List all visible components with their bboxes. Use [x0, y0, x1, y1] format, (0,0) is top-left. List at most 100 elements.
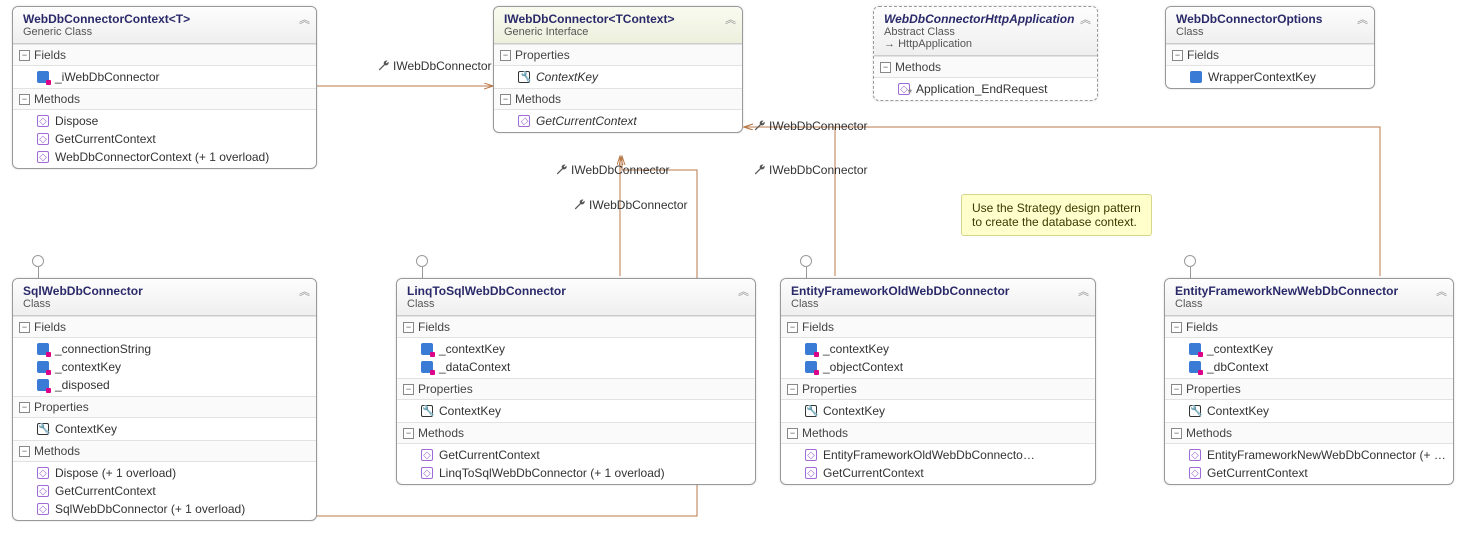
field-private-icon	[805, 361, 817, 373]
field-item[interactable]: _contextKey	[1165, 340, 1453, 358]
section-properties[interactable]: −Properties	[1165, 378, 1453, 400]
method-item[interactable]: ◇GetCurrentContext	[397, 446, 755, 464]
toggle-icon[interactable]: −	[500, 50, 511, 61]
field-item[interactable]: _contextKey	[397, 340, 755, 358]
section-fields[interactable]: −Fields	[397, 316, 755, 338]
toggle-icon[interactable]: −	[403, 384, 414, 395]
wrench-icon	[753, 119, 767, 133]
field-item[interactable]: _dbContext	[1165, 358, 1453, 376]
property-item[interactable]: 🔧ContextKey	[494, 68, 742, 86]
toggle-icon[interactable]: −	[403, 428, 414, 439]
wrench-icon	[377, 59, 391, 73]
class-box-linq[interactable]: LinqToSqlWebDbConnector Class ︽ −Fields …	[396, 278, 756, 485]
section-fields[interactable]: −Fields	[781, 316, 1095, 338]
toggle-icon[interactable]: −	[1171, 428, 1182, 439]
property-item[interactable]: 🔧ContextKey	[13, 420, 316, 438]
toggle-icon[interactable]: −	[19, 322, 30, 333]
method-item[interactable]: ◇Dispose	[13, 112, 316, 130]
collapse-icon[interactable]: ︽	[299, 11, 310, 27]
method-item[interactable]: ◇LinqToSqlWebDbConnector (+ 1 overload)	[397, 464, 755, 482]
box-header[interactable]: EntityFrameworkNewWebDbConnector Class ︽	[1165, 279, 1453, 316]
section-fields[interactable]: −Fields	[13, 44, 316, 66]
class-box-efnew[interactable]: EntityFrameworkNewWebDbConnector Class ︽…	[1164, 278, 1454, 485]
field-item[interactable]: _contextKey	[13, 358, 316, 376]
toggle-icon[interactable]: −	[787, 322, 798, 333]
method-item[interactable]: ◇SqlWebDbConnector (+ 1 overload)	[13, 500, 316, 518]
section-fields[interactable]: −Fields	[1166, 44, 1374, 66]
collapse-icon[interactable]: ︽	[738, 283, 749, 299]
collapse-icon[interactable]: ︽	[1078, 283, 1089, 299]
box-header[interactable]: SqlWebDbConnector Class ︽	[13, 279, 316, 316]
box-header[interactable]: IWebDbConnector<TContext> Generic Interf…	[494, 7, 742, 44]
collapse-icon[interactable]: ︽	[1436, 283, 1447, 299]
property-item[interactable]: 🔧ContextKey	[397, 402, 755, 420]
section-properties[interactable]: −Properties	[397, 378, 755, 400]
field-item[interactable]: _contextKey	[781, 340, 1095, 358]
method-item[interactable]: ◇GetCurrentContext	[494, 112, 742, 130]
section-methods[interactable]: −Methods	[781, 422, 1095, 444]
class-box-sql[interactable]: SqlWebDbConnector Class ︽ −Fields _conne…	[12, 278, 317, 521]
section-properties[interactable]: −Properties	[781, 378, 1095, 400]
box-header[interactable]: EntityFrameworkOldWebDbConnector Class ︽	[781, 279, 1095, 316]
method-icon: ◇	[805, 449, 817, 461]
method-icon: ◇	[421, 467, 433, 479]
section-properties[interactable]: −Properties	[494, 44, 742, 66]
field-item[interactable]: _objectContext	[781, 358, 1095, 376]
section-properties[interactable]: −Properties	[13, 396, 316, 418]
section-methods[interactable]: −Methods	[397, 422, 755, 444]
property-icon: 🔧	[518, 71, 530, 83]
collapse-icon[interactable]: ︽	[725, 11, 736, 27]
collapse-icon[interactable]: ︽	[299, 283, 310, 299]
method-item[interactable]: ◇GetCurrentContext	[781, 464, 1095, 482]
collapse-icon[interactable]: ︽	[1357, 11, 1368, 27]
method-item[interactable]: ◇GetCurrentContext	[13, 130, 316, 148]
method-item[interactable]: ◇Application_EndRequest	[874, 80, 1097, 98]
toggle-icon[interactable]: −	[19, 402, 30, 413]
section-methods[interactable]: −Methods	[13, 440, 316, 462]
toggle-icon[interactable]: −	[787, 428, 798, 439]
method-item[interactable]: ◇WebDbConnectorContext (+ 1 overload)	[13, 148, 316, 166]
toggle-icon[interactable]: −	[1171, 322, 1182, 333]
property-item[interactable]: 🔧ContextKey	[781, 402, 1095, 420]
class-box-httpapp[interactable]: WebDbConnectorHttpApplication Abstract C…	[873, 6, 1098, 101]
method-item[interactable]: ◇Dispose (+ 1 overload)	[13, 464, 316, 482]
section-methods[interactable]: −Methods	[1165, 422, 1453, 444]
box-header[interactable]: LinqToSqlWebDbConnector Class ︽	[397, 279, 755, 316]
toggle-icon[interactable]: −	[500, 94, 511, 105]
field-item[interactable]: _disposed	[13, 376, 316, 394]
method-item[interactable]: ◇EntityFrameworkOldWebDbConnecto…	[781, 446, 1095, 464]
collapse-icon[interactable]: ︽	[1080, 11, 1091, 27]
field-private-icon	[1189, 361, 1201, 373]
field-item[interactable]: _connectionString	[13, 340, 316, 358]
class-box-context[interactable]: WebDbConnectorContext<T> Generic Class ︽…	[12, 6, 317, 169]
toggle-icon[interactable]: −	[1171, 384, 1182, 395]
interface-subtitle: Generic Interface	[504, 26, 734, 38]
toggle-icon[interactable]: −	[19, 50, 30, 61]
connector-label: IWebDbConnector	[573, 198, 688, 212]
box-header[interactable]: WebDbConnectorOptions Class ︽	[1166, 7, 1374, 44]
class-box-efold[interactable]: EntityFrameworkOldWebDbConnector Class ︽…	[780, 278, 1096, 485]
interface-box[interactable]: IWebDbConnector<TContext> Generic Interf…	[493, 6, 743, 133]
section-methods[interactable]: −Methods	[874, 56, 1097, 78]
toggle-icon[interactable]: −	[787, 384, 798, 395]
method-item[interactable]: ◇GetCurrentContext	[1165, 464, 1453, 482]
toggle-icon[interactable]: −	[880, 62, 891, 73]
field-item[interactable]: WrapperContextKey	[1166, 68, 1374, 86]
toggle-icon[interactable]: −	[403, 322, 414, 333]
field-item[interactable]: _dataContext	[397, 358, 755, 376]
field-item[interactable]: _iWebDbConnector	[13, 68, 316, 86]
box-header[interactable]: WebDbConnectorHttpApplication Abstract C…	[874, 7, 1097, 56]
section-fields[interactable]: −Fields	[13, 316, 316, 338]
class-title: LinqToSqlWebDbConnector	[407, 284, 747, 298]
method-item[interactable]: ◇GetCurrentContext	[13, 482, 316, 500]
section-methods[interactable]: −Methods	[494, 88, 742, 110]
toggle-icon[interactable]: −	[19, 446, 30, 457]
toggle-icon[interactable]: −	[1172, 50, 1183, 61]
method-item[interactable]: ◇EntityFrameworkNewWebDbConnector (+ …	[1165, 446, 1453, 464]
box-header[interactable]: WebDbConnectorContext<T> Generic Class ︽	[13, 7, 316, 44]
section-methods[interactable]: −Methods	[13, 88, 316, 110]
section-fields[interactable]: −Fields	[1165, 316, 1453, 338]
toggle-icon[interactable]: −	[19, 94, 30, 105]
property-item[interactable]: 🔧ContextKey	[1165, 402, 1453, 420]
class-box-options[interactable]: WebDbConnectorOptions Class ︽ −Fields Wr…	[1165, 6, 1375, 89]
